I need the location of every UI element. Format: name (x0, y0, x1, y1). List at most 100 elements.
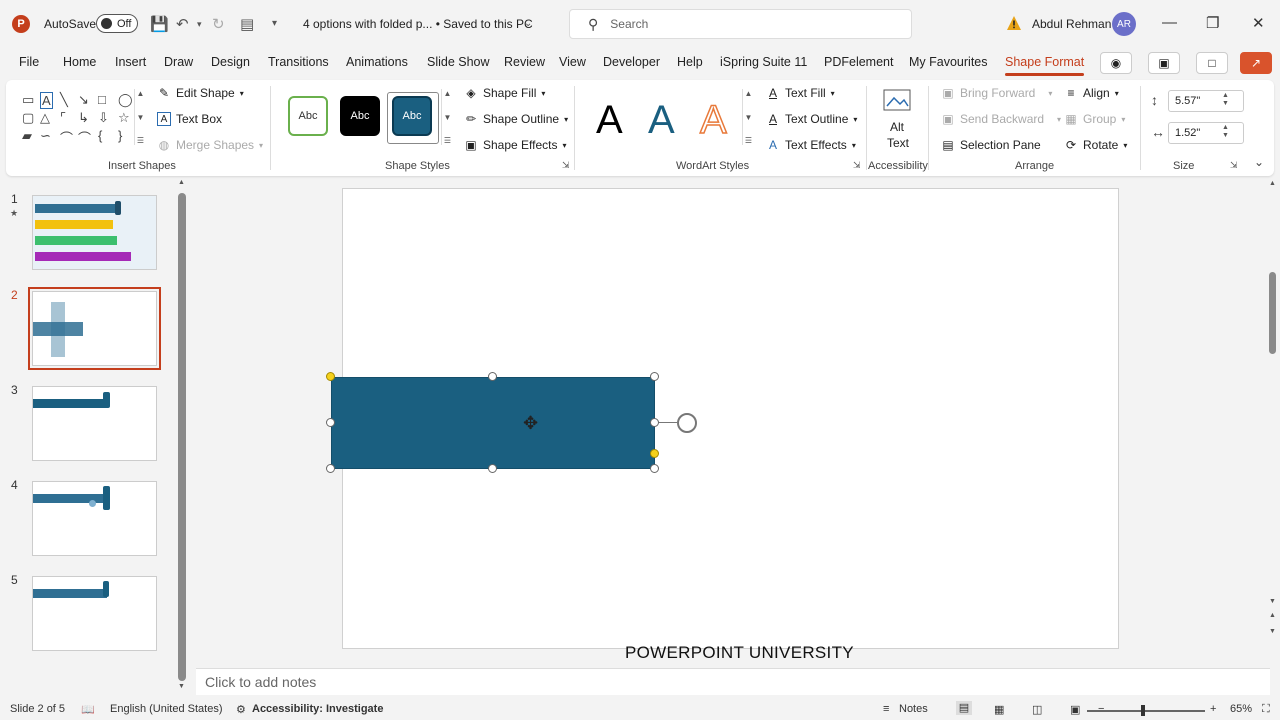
freeform-shape-icon[interactable]: ▰ (22, 128, 32, 144)
slide-thumbnail-2[interactable] (28, 287, 161, 370)
text-outline-button[interactable]: A Text Outline ▾ (766, 112, 857, 126)
customize-quick-access-icon[interactable]: ▾ (272, 18, 277, 29)
user-name[interactable]: Abdul Rehman (1032, 17, 1111, 31)
tab-draw[interactable]: Draw (164, 55, 193, 69)
shapes-gallery[interactable]: ▭ A ╲ ↘ □ ◯ ▢ △ ⌜ ↳ ⇩ ☆ ▰ ∽ ⌒ ⌒ { } (20, 92, 138, 148)
warning-icon[interactable] (1006, 15, 1022, 31)
scroll-up-icon[interactable]: ▲ (1269, 180, 1276, 187)
zoom-slider-track[interactable] (1087, 710, 1205, 712)
arc-shape-icon[interactable]: ⌒ (78, 128, 91, 147)
undo-icon[interactable]: ↶ (176, 15, 189, 33)
fit-to-window-icon[interactable]: ⛶ (1262, 703, 1270, 716)
slide-thumbnail-3[interactable] (32, 386, 157, 461)
wordart-style-3[interactable]: A (699, 97, 727, 143)
scrollbar-thumb[interactable] (1269, 272, 1276, 354)
resize-handle-left[interactable] (326, 418, 335, 427)
bring-forward-button[interactable]: ▣ Bring Forward ▾ (941, 86, 1052, 100)
reading-view-icon[interactable]: ◫ (1032, 703, 1042, 716)
comments-icon[interactable]: □ (1196, 52, 1228, 74)
resize-handle-bottom-right[interactable] (650, 464, 659, 473)
tab-slide-show[interactable]: Slide Show (427, 55, 490, 69)
record-icon[interactable]: ◉ (1100, 52, 1132, 74)
resize-handle-right[interactable] (650, 418, 659, 427)
tab-review[interactable]: Review (504, 55, 545, 69)
thumbnails-scrollbar[interactable]: ▲ ▼ (178, 179, 186, 693)
shape-styles-gallery-scroll[interactable]: ▲ ▼ ☰ (441, 89, 453, 145)
width-spinner-icon[interactable]: ▲ ▼ (1222, 124, 1229, 140)
edit-shape-button[interactable]: ✎ Edit Shape ▾ (157, 86, 244, 100)
merge-shapes-button[interactable]: ◍ Merge Shapes ▾ (157, 138, 263, 152)
shape-outline-button[interactable]: ✏ Shape Outline ▾ (464, 112, 568, 126)
resize-handle-top-right[interactable] (650, 372, 659, 381)
rounded-rect-shape-icon[interactable]: ▢ (22, 110, 34, 126)
scribble-shape-icon[interactable]: ∽ (40, 128, 51, 144)
shape-style-2[interactable]: Abc (340, 96, 380, 136)
shape-effects-button[interactable]: ▣ Shape Effects ▾ (464, 138, 566, 152)
zoom-out-icon[interactable]: − (1098, 703, 1104, 715)
shape-width-input[interactable]: 1.52" (1168, 122, 1244, 144)
scroll-up-icon[interactable]: ▲ (444, 89, 452, 98)
rectangle2-shape-icon[interactable]: □ (98, 92, 106, 107)
collapse-ribbon-icon[interactable]: ⌄ (1254, 155, 1264, 169)
tab-design[interactable]: Design (211, 55, 250, 69)
slide-thumbnail-4[interactable] (32, 481, 157, 556)
zoom-level[interactable]: 65% (1230, 703, 1252, 715)
scroll-up-icon[interactable]: ▲ (178, 179, 185, 186)
avatar[interactable]: AR (1112, 12, 1136, 36)
scroll-down-icon[interactable]: ▼ (444, 113, 452, 122)
minimize-icon[interactable]: — (1162, 14, 1177, 31)
more-icon[interactable]: ☰ (444, 136, 451, 145)
align-button[interactable]: ≡ Align ▾ (1064, 86, 1118, 100)
textbox-shape-icon[interactable]: A (40, 92, 53, 109)
curve-shape-icon[interactable]: ⌒ (60, 128, 73, 147)
selection-pane-button[interactable]: ▤ Selection Pane (941, 138, 1040, 152)
teams-icon[interactable]: ▣ (1148, 52, 1180, 74)
height-spinner-icon[interactable]: ▲ ▼ (1222, 92, 1229, 108)
wordart-style-2[interactable]: A (648, 98, 675, 143)
rotate-button[interactable]: ⟳ Rotate ▾ (1064, 138, 1127, 152)
notes-pane[interactable]: Click to add notes (196, 668, 1270, 695)
triangle-shape-icon[interactable]: △ (40, 110, 50, 126)
arrow-shape-icon[interactable]: ↘ (78, 92, 89, 108)
brace-shape-icon[interactable]: { (98, 128, 102, 143)
star-shape-icon[interactable]: ☆ (118, 110, 130, 126)
scroll-up-icon[interactable]: ▲ (745, 89, 753, 98)
shape-style-3[interactable]: Abc (392, 96, 432, 136)
tab-home[interactable]: Home (63, 55, 96, 69)
shape-style-1[interactable]: Abc (288, 96, 328, 136)
previous-slide-icon[interactable]: ▲ (1269, 612, 1276, 619)
tab-animations[interactable]: Animations (346, 55, 408, 69)
resize-handle-top[interactable] (488, 372, 497, 381)
tab-insert[interactable]: Insert (115, 55, 146, 69)
tab-ispring[interactable]: iSpring Suite 11 (720, 55, 807, 69)
arrow2-shape-icon[interactable]: ⇩ (98, 110, 109, 126)
oval-shape-icon[interactable]: ◯ (118, 92, 133, 108)
adjustment-handle[interactable] (326, 372, 335, 381)
spell-check-icon[interactable]: 📖 (81, 703, 95, 716)
adjustment-handle-2[interactable] (650, 449, 659, 458)
dialog-launcher-icon[interactable]: ⇲ (1230, 160, 1238, 171)
tab-view[interactable]: View (559, 55, 586, 69)
dialog-launcher-icon[interactable]: ⇲ (853, 160, 861, 171)
more-icon[interactable]: ☰ (745, 136, 752, 145)
slideshow-view-icon[interactable]: ▣ (1070, 703, 1080, 716)
send-backward-button[interactable]: ▣ Send Backward ▾ (941, 112, 1061, 126)
zoom-in-icon[interactable]: + (1210, 703, 1216, 715)
text-effects-button[interactable]: A Text Effects ▾ (766, 138, 856, 152)
normal-view-icon[interactable]: ▤ (956, 701, 972, 715)
title-dropdown-icon[interactable]: ⌄ (524, 18, 532, 29)
slide-thumbnail-5[interactable] (32, 576, 157, 651)
notes-button[interactable]: Notes (899, 703, 928, 715)
accessibility-status[interactable]: Accessibility: Investigate (252, 703, 383, 715)
resize-handle-bottom-left[interactable] (326, 464, 335, 473)
tab-help[interactable]: Help (677, 55, 703, 69)
slide-footer-text[interactable]: POWERPOINT UNIVERSITY (625, 643, 854, 663)
selected-rectangle-shape[interactable] (331, 377, 655, 469)
scrollbar-thumb[interactable] (178, 193, 186, 681)
share-icon[interactable]: ↗ (1240, 52, 1272, 74)
shape-fill-button[interactable]: ◈ Shape Fill ▾ (464, 86, 545, 100)
elbow-shape-icon[interactable]: ↳ (78, 110, 89, 126)
dialog-launcher-icon[interactable]: ⇲ (562, 160, 570, 171)
autosave-toggle[interactable]: Off (96, 14, 138, 33)
resize-handle-bottom[interactable] (488, 464, 497, 473)
